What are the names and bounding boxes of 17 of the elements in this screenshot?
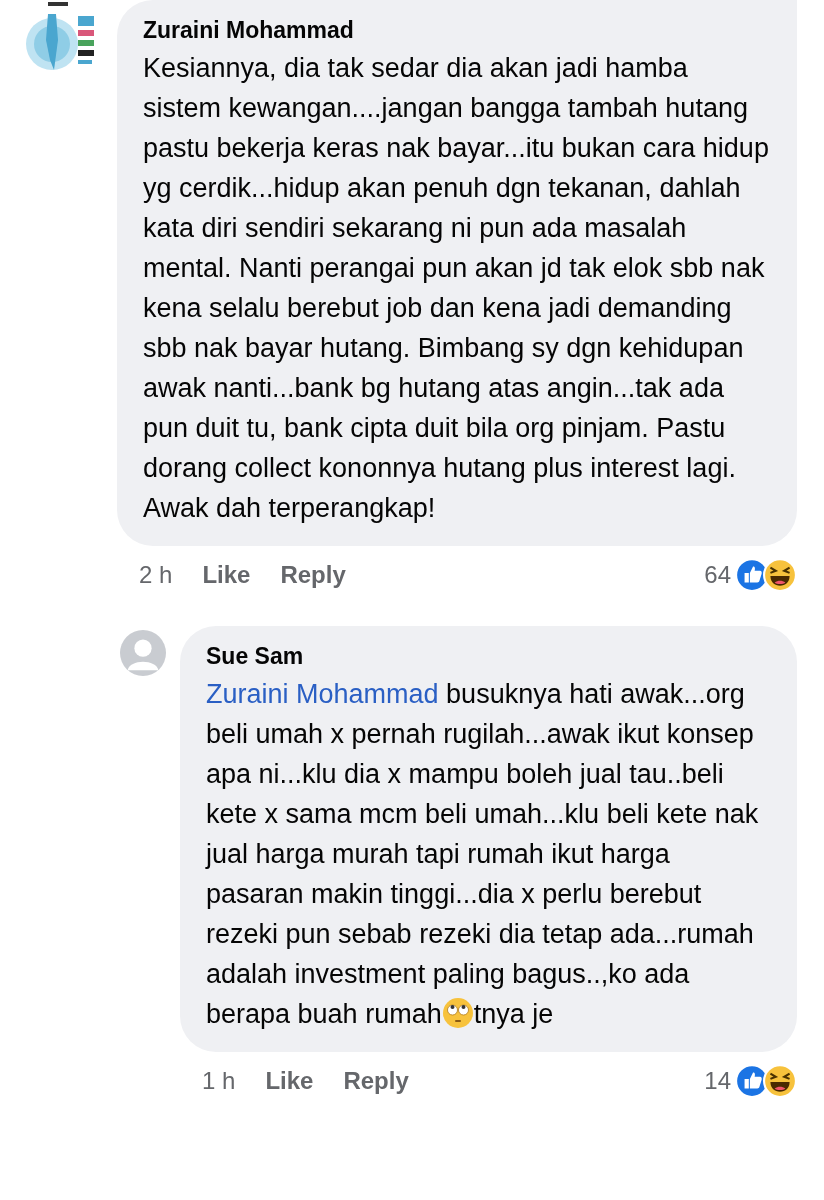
comment-text: Zuraini Mohammad busuknya hati awak...org beli umah x pernah rugilah...awak ikut konsep apa ni...klu dia x mampu boleh jual tau..beli kete x sama mcm beli umah...klu beli kete nak jual harga murah tapi rumah ikut harga pasaran makin tinggi...dia x perlu berebut rezeki pun sebab rezeki dia tetap ada...rumah adalah investment paling bagus..,ko ada berapa buah rumah tnya je bbox=[206, 678, 760, 1031]
eye-roll-emoji-icon bbox=[441, 997, 474, 1029]
action-link[interactable]: Like bbox=[265, 1067, 314, 1095]
laughing-emoji-icon bbox=[763, 1064, 797, 1098]
comment-time: 2 h bbox=[139, 561, 173, 589]
action-link[interactable]: Like bbox=[202, 561, 251, 589]
laughing-emoji-icon bbox=[763, 558, 797, 592]
action-link[interactable]: Reply bbox=[343, 1067, 409, 1095]
mention-link[interactable]: Zuraini Mohammad bbox=[206, 679, 439, 709]
reaction-count[interactable]: 64 bbox=[704, 561, 731, 589]
reaction-count[interactable]: 14 bbox=[704, 1067, 731, 1095]
author-name[interactable]: Sue Sam bbox=[206, 638, 773, 674]
action-link[interactable]: Reply bbox=[280, 561, 346, 589]
comment-time: 1 h bbox=[202, 1067, 236, 1095]
comment-text: Kesiannya, dia tak sedar dia akan jadi hamba sistem kewangan....jangan bangga tambah hutang pastu bekerja keras nak bayar...itu bukan cara hidup yg cerdik...hidup akan penuh dgn tekanan, dahlah kata diri sendiri sekarang ni pun ada masalah mental. Nanti perangai pun akan jd tak elok sbb nak kena selalu berebut job dan kena jadi demanding sbb nak bayar hutang. Bimbang sy dgn kehidupan awak nanti...bank bg hutang atas angin...tak ada pun duit tu, bank cipta duit bila org pinjam. Pastu dorang collect kononnya hutang plus interest lagi. Awak dah terperangkap! bbox=[143, 52, 770, 525]
author-name[interactable]: Zuraini Mohammad bbox=[143, 12, 773, 48]
avatar-silhouette-icon bbox=[120, 630, 166, 676]
